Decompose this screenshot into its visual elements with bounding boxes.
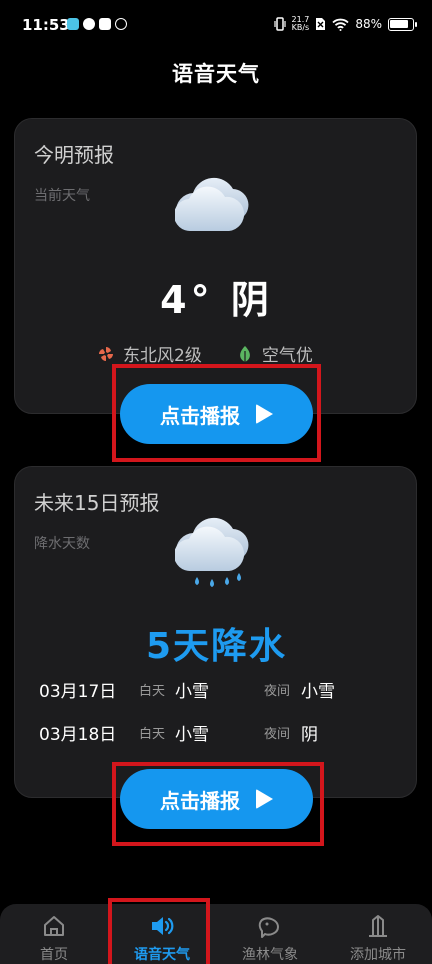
- status-right: 21.7 KB/s 88%: [273, 15, 417, 32]
- card-title: 今明预报: [34, 143, 114, 167]
- no-sim-icon: [316, 18, 326, 30]
- card-subtitle: 降水天数: [34, 536, 90, 552]
- highlight-box: [112, 364, 321, 462]
- tab-add-city[interactable]: 添加城市: [324, 904, 432, 964]
- card-subtitle: 当前天气: [34, 188, 90, 204]
- forecast-row: 03月17日 白天 小雪 夜间 小雪: [15, 677, 418, 705]
- notification-icons: [67, 18, 127, 30]
- highlight-box: [112, 762, 324, 846]
- day-weather: 小雪: [175, 725, 209, 745]
- weather-extras: 东北风2级 空气优: [97, 341, 313, 366]
- wifi-icon: [332, 18, 349, 31]
- day-label: 白天: [139, 684, 166, 699]
- future-forecast-card: 未来15日预报 降水天数 5天降水 03月17日 白天 小雪 夜间 小雪 03月…: [14, 466, 417, 798]
- app-notification-icon: [83, 18, 95, 30]
- battery-percent: 88%: [355, 17, 382, 31]
- app-notification-icon: [67, 18, 79, 30]
- tab-label: 渔林气象: [242, 947, 298, 963]
- night-weather: 阴: [301, 725, 318, 745]
- app-notification-icon: [99, 18, 111, 30]
- bottom-tab-bar: 首页 语音天气 渔林气象 添加城市: [0, 904, 432, 964]
- wind-text: 东北风2级: [123, 346, 202, 366]
- battery-icon: [388, 17, 417, 31]
- app-notification-icon: [115, 18, 127, 30]
- forecast-date: 03月17日: [39, 682, 117, 702]
- precipitation-summary: 5天降水: [145, 626, 288, 667]
- net-speed: 21.7 KB/s: [291, 15, 310, 32]
- highlight-box: [108, 898, 210, 964]
- tab-fishery-forestry[interactable]: 渔林气象: [216, 904, 324, 964]
- cloud-icon: [175, 177, 249, 232]
- building-icon: [369, 915, 387, 937]
- day-weather: 小雪: [175, 682, 209, 702]
- weather-condition: 阴: [230, 278, 273, 322]
- status-time: 11:53: [22, 16, 70, 34]
- tab-label: 首页: [40, 947, 68, 963]
- forecast-date: 03月18日: [39, 725, 117, 745]
- page-title: 语音天气: [172, 62, 260, 86]
- night-weather: 小雪: [301, 682, 335, 702]
- forecast-row: 03月18日 白天 小雪 夜间 阴: [15, 720, 418, 748]
- wind-icon: [98, 346, 114, 361]
- leaf-icon: [239, 345, 250, 362]
- status-bar: 11:53 21.7 KB/s 88%: [0, 0, 432, 52]
- fish-icon: [258, 917, 279, 938]
- card-title: 未来15日预报: [34, 491, 160, 515]
- home-icon: [44, 916, 64, 936]
- air-quality-text: 空气优: [261, 346, 313, 366]
- tab-home[interactable]: 首页: [0, 904, 108, 964]
- tab-label: 添加城市: [350, 947, 406, 963]
- night-label: 夜间: [264, 727, 291, 742]
- temperature-condition: 4° 阴: [15, 269, 418, 324]
- cloud-rain-icon: [175, 517, 249, 587]
- temperature: 4°: [160, 278, 214, 322]
- day-label: 白天: [139, 727, 166, 742]
- night-label: 夜间: [264, 684, 291, 699]
- vibrate-icon: [273, 17, 286, 31]
